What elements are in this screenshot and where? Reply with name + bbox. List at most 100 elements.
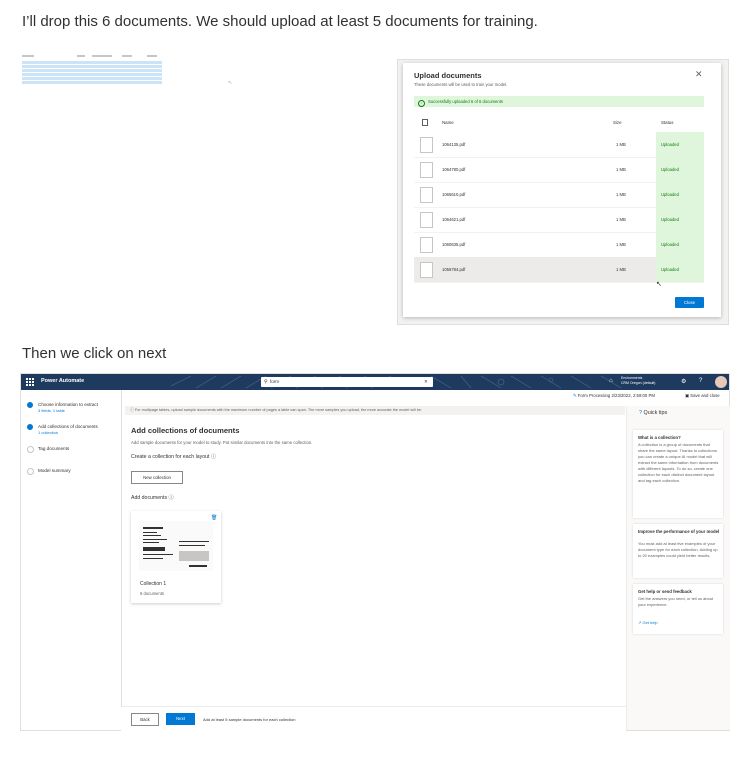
table-row[interactable]: 1064621.pdf 1 MB Uploaded [414,207,704,233]
file-thumbnail [420,187,433,203]
file-status: Uploaded [656,157,704,182]
step-pending-icon [27,446,34,453]
search-icon: ⚲ [264,379,268,385]
environment-icon: ⌂ [609,378,613,384]
success-banner: ✓ Successfully uploaded 6 of 6 documents [414,96,704,107]
file-status: Uploaded [656,257,704,282]
footer-message: Add at least 5 sample documents for each… [203,717,296,722]
search-value: form [270,379,279,384]
step-title: Add collections of documents [38,424,98,429]
section-heading-collections: Create a collection for each layout ⓘ [131,453,216,460]
collection-title: Collection 1 [140,581,167,587]
column-header-name[interactable]: Name [442,120,454,125]
upload-documents-dialog: Upload documents These documents will be… [403,63,721,317]
collection-count: 6 documents [140,591,164,596]
file-thumbnail [420,212,433,228]
file-size: 1 MB [616,167,626,172]
help-icon[interactable]: ? [699,378,702,384]
tip-card: What is a collection? A collection is a … [633,430,723,518]
power-automate-window: Power Automate ⚲ form ✕ ⌂ Environments C… [20,373,730,731]
settings-icon[interactable]: ⚙ [681,378,686,385]
tip-body: You must add at least five examples of y… [638,541,718,558]
success-message: Successfully uploaded 6 of 6 documents [428,99,503,104]
file-name: 1060635.pdf [442,242,466,247]
tip-body: A collection is a group of documents tha… [638,442,719,483]
info-message: For multipage tables, upload sample docu… [134,408,423,412]
file-thumbnail [420,262,433,278]
table-row[interactable]: 1060635.pdf 1 MB Uploaded [414,232,704,258]
quick-tips-panel: ? Quick tips What is a collection? A col… [626,406,730,730]
file-size: 1 MB [616,267,626,272]
app-name[interactable]: Power Automate [41,378,84,384]
info-icon[interactable]: ⓘ [169,495,174,501]
step-subtitle: 3 fields, 1 table [38,408,65,413]
collections-heading-text: Create a collection for each layout [131,454,210,460]
environment-picker[interactable]: Environments CRM Oregon (default) [621,376,655,385]
collection-card[interactable]: 🗑 Collection 1 6 documents [131,511,221,603]
avatar[interactable] [715,376,727,388]
get-help-label: Get help [642,620,658,625]
file-status: Uploaded [656,132,704,157]
tip-body: Get the answers you need, or tell us abo… [638,596,714,607]
save-and-close-label: Save and close [690,393,720,398]
new-collection-button[interactable]: New collection [131,471,183,484]
tip-title: Get help or send feedback [638,589,692,594]
tip-title: What is a collection? [638,435,681,440]
get-help-link[interactable]: ↗ Get help [638,620,658,625]
table-row[interactable]: 1064780.pdf 1 MB Uploaded [414,157,704,183]
tip-card: Get help or send feedback Get the answer… [633,584,723,634]
file-size: 1 MB [616,142,626,147]
add-documents-text: Add documents [131,495,168,501]
breadcrumb: ✎ Form Processing 2/23/2022, 2:59:00 PM [573,393,655,399]
step-subtitle: 1 collection [38,430,59,435]
app-launcher-icon[interactable] [26,378,34,386]
info-bar: ⓘ For multipage tables, upload sample do… [125,406,625,415]
file-thumbnail [420,237,433,253]
table-row[interactable]: 1065610.pdf 1 MB Uploaded [414,182,704,208]
checkmark-icon: ✓ [418,100,425,107]
step-title: Model summary [38,468,71,473]
model-name: Form Processing 2/23/2022, 2:59:00 PM [577,393,655,398]
close-button[interactable]: Close [675,297,704,308]
page-description: Add sample documents for your model to s… [131,440,313,445]
document-preview [139,521,213,571]
file-name: 1064135.pdf [442,142,466,147]
back-button[interactable]: Back [131,713,159,726]
step-pending-icon [27,468,34,475]
dialog-title: Upload documents [414,71,482,80]
next-button[interactable]: Next [166,713,195,725]
column-header-status[interactable]: Status [661,120,673,125]
mouse-cursor-icon: ↖ [228,80,233,86]
file-name: 1056784.pdf [442,267,466,272]
document-icon [422,119,428,126]
step-complete-icon [27,424,33,430]
close-icon[interactable]: ✕ [695,69,703,80]
mouse-cursor-icon: ↖ [656,281,662,288]
footer-bar: Back Next Add at least 5 sample document… [121,706,626,731]
step-title: Tag documents [38,446,70,451]
top-bar: Power Automate ⚲ form ✕ ⌂ Environments C… [21,374,729,390]
column-header-size[interactable]: Size [613,120,622,125]
search-input[interactable]: ⚲ form ✕ [261,377,433,387]
file-status: Uploaded [656,207,704,232]
file-size: 1 MB [616,217,626,222]
clear-icon[interactable]: ✕ [424,377,428,387]
info-icon[interactable]: ⓘ [211,454,216,460]
tip-card: Improve the performance of your model Yo… [633,524,723,578]
dialog-subtitle: These documents will be used to train yo… [414,82,508,87]
page-title: Add collections of documents [131,426,240,435]
step-title: Choose information to extract [38,402,99,407]
save-and-close-button[interactable]: ▣ Save and close [685,393,720,399]
file-name: 1064621.pdf [442,217,466,222]
caption-2: Then we click on next [22,345,167,362]
file-name: 1065610.pdf [442,192,466,197]
file-status: Uploaded [656,182,704,207]
file-explorer-thumbnail [22,55,162,89]
environment-value: CRM Oregon (default) [621,380,656,385]
file-thumbnail [420,162,433,178]
file-name: 1064780.pdf [442,167,466,172]
table-row[interactable]: 1064135.pdf 1 MB Uploaded [414,132,704,158]
file-thumbnail [420,137,433,153]
file-size: 1 MB [616,242,626,247]
caption-1: I’ll drop this 6 documents. We should up… [22,13,538,30]
